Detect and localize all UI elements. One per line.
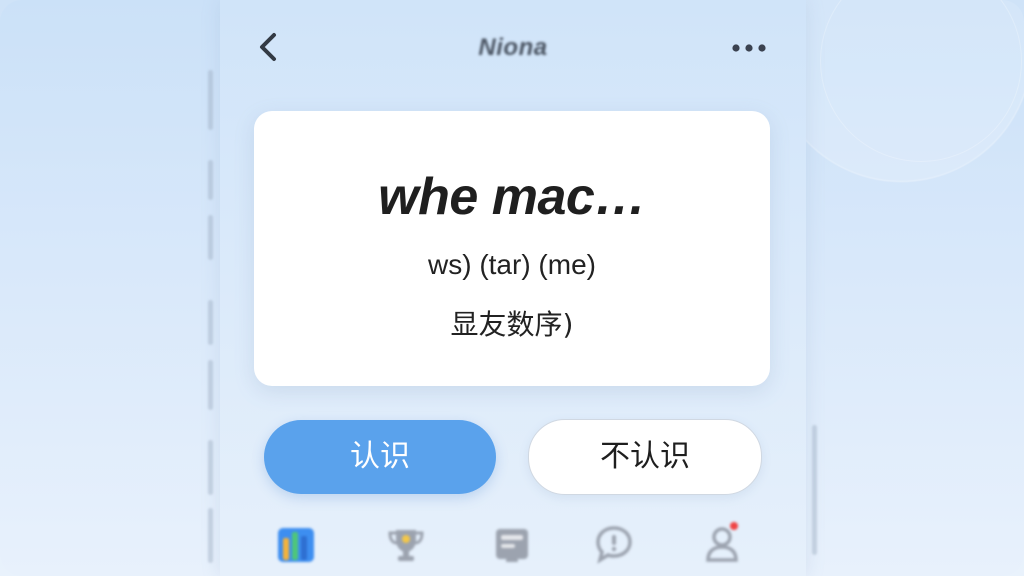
chat-icon bbox=[596, 526, 632, 564]
background-bar bbox=[208, 70, 213, 130]
trophy-icon bbox=[388, 530, 424, 561]
dont-know-button[interactable]: 不认识 bbox=[528, 419, 762, 495]
background-bar bbox=[208, 300, 213, 345]
background-bar bbox=[208, 360, 213, 410]
know-button[interactable]: 认识 bbox=[264, 420, 496, 494]
background-bar bbox=[812, 425, 817, 555]
meaning-text: 显友数序) bbox=[450, 308, 574, 341]
tab-rank[interactable] bbox=[382, 520, 430, 568]
flashcard-icon bbox=[496, 529, 528, 562]
background-bar bbox=[208, 440, 213, 495]
background-bar bbox=[208, 215, 213, 260]
tab-bar bbox=[220, 512, 806, 576]
word-card: whe mac… ws) (tar) (me) 显友数序) bbox=[254, 111, 770, 386]
background: Niona whe mac… ws) (tar) (me) 显友数序) 认识 不… bbox=[0, 0, 1024, 576]
tab-messages[interactable] bbox=[590, 520, 638, 568]
top-bar: Niona bbox=[220, 20, 806, 76]
background-bar bbox=[208, 160, 213, 200]
phonetic-text: ws) (tar) (me) bbox=[428, 249, 596, 280]
notification-badge bbox=[730, 522, 738, 530]
tab-books[interactable] bbox=[272, 520, 320, 568]
books-icon bbox=[278, 528, 314, 562]
background-bar bbox=[208, 508, 213, 563]
more-dots-icon bbox=[732, 44, 766, 52]
profile-icon bbox=[706, 527, 738, 562]
more-button[interactable] bbox=[728, 36, 772, 60]
word-text: whe mac… bbox=[378, 168, 646, 226]
tab-profile[interactable] bbox=[698, 520, 746, 568]
tab-cards[interactable] bbox=[488, 520, 536, 568]
app-screen: Niona whe mac… ws) (tar) (me) 显友数序) 认识 不… bbox=[220, 0, 806, 576]
page-title: Niona bbox=[478, 34, 548, 61]
